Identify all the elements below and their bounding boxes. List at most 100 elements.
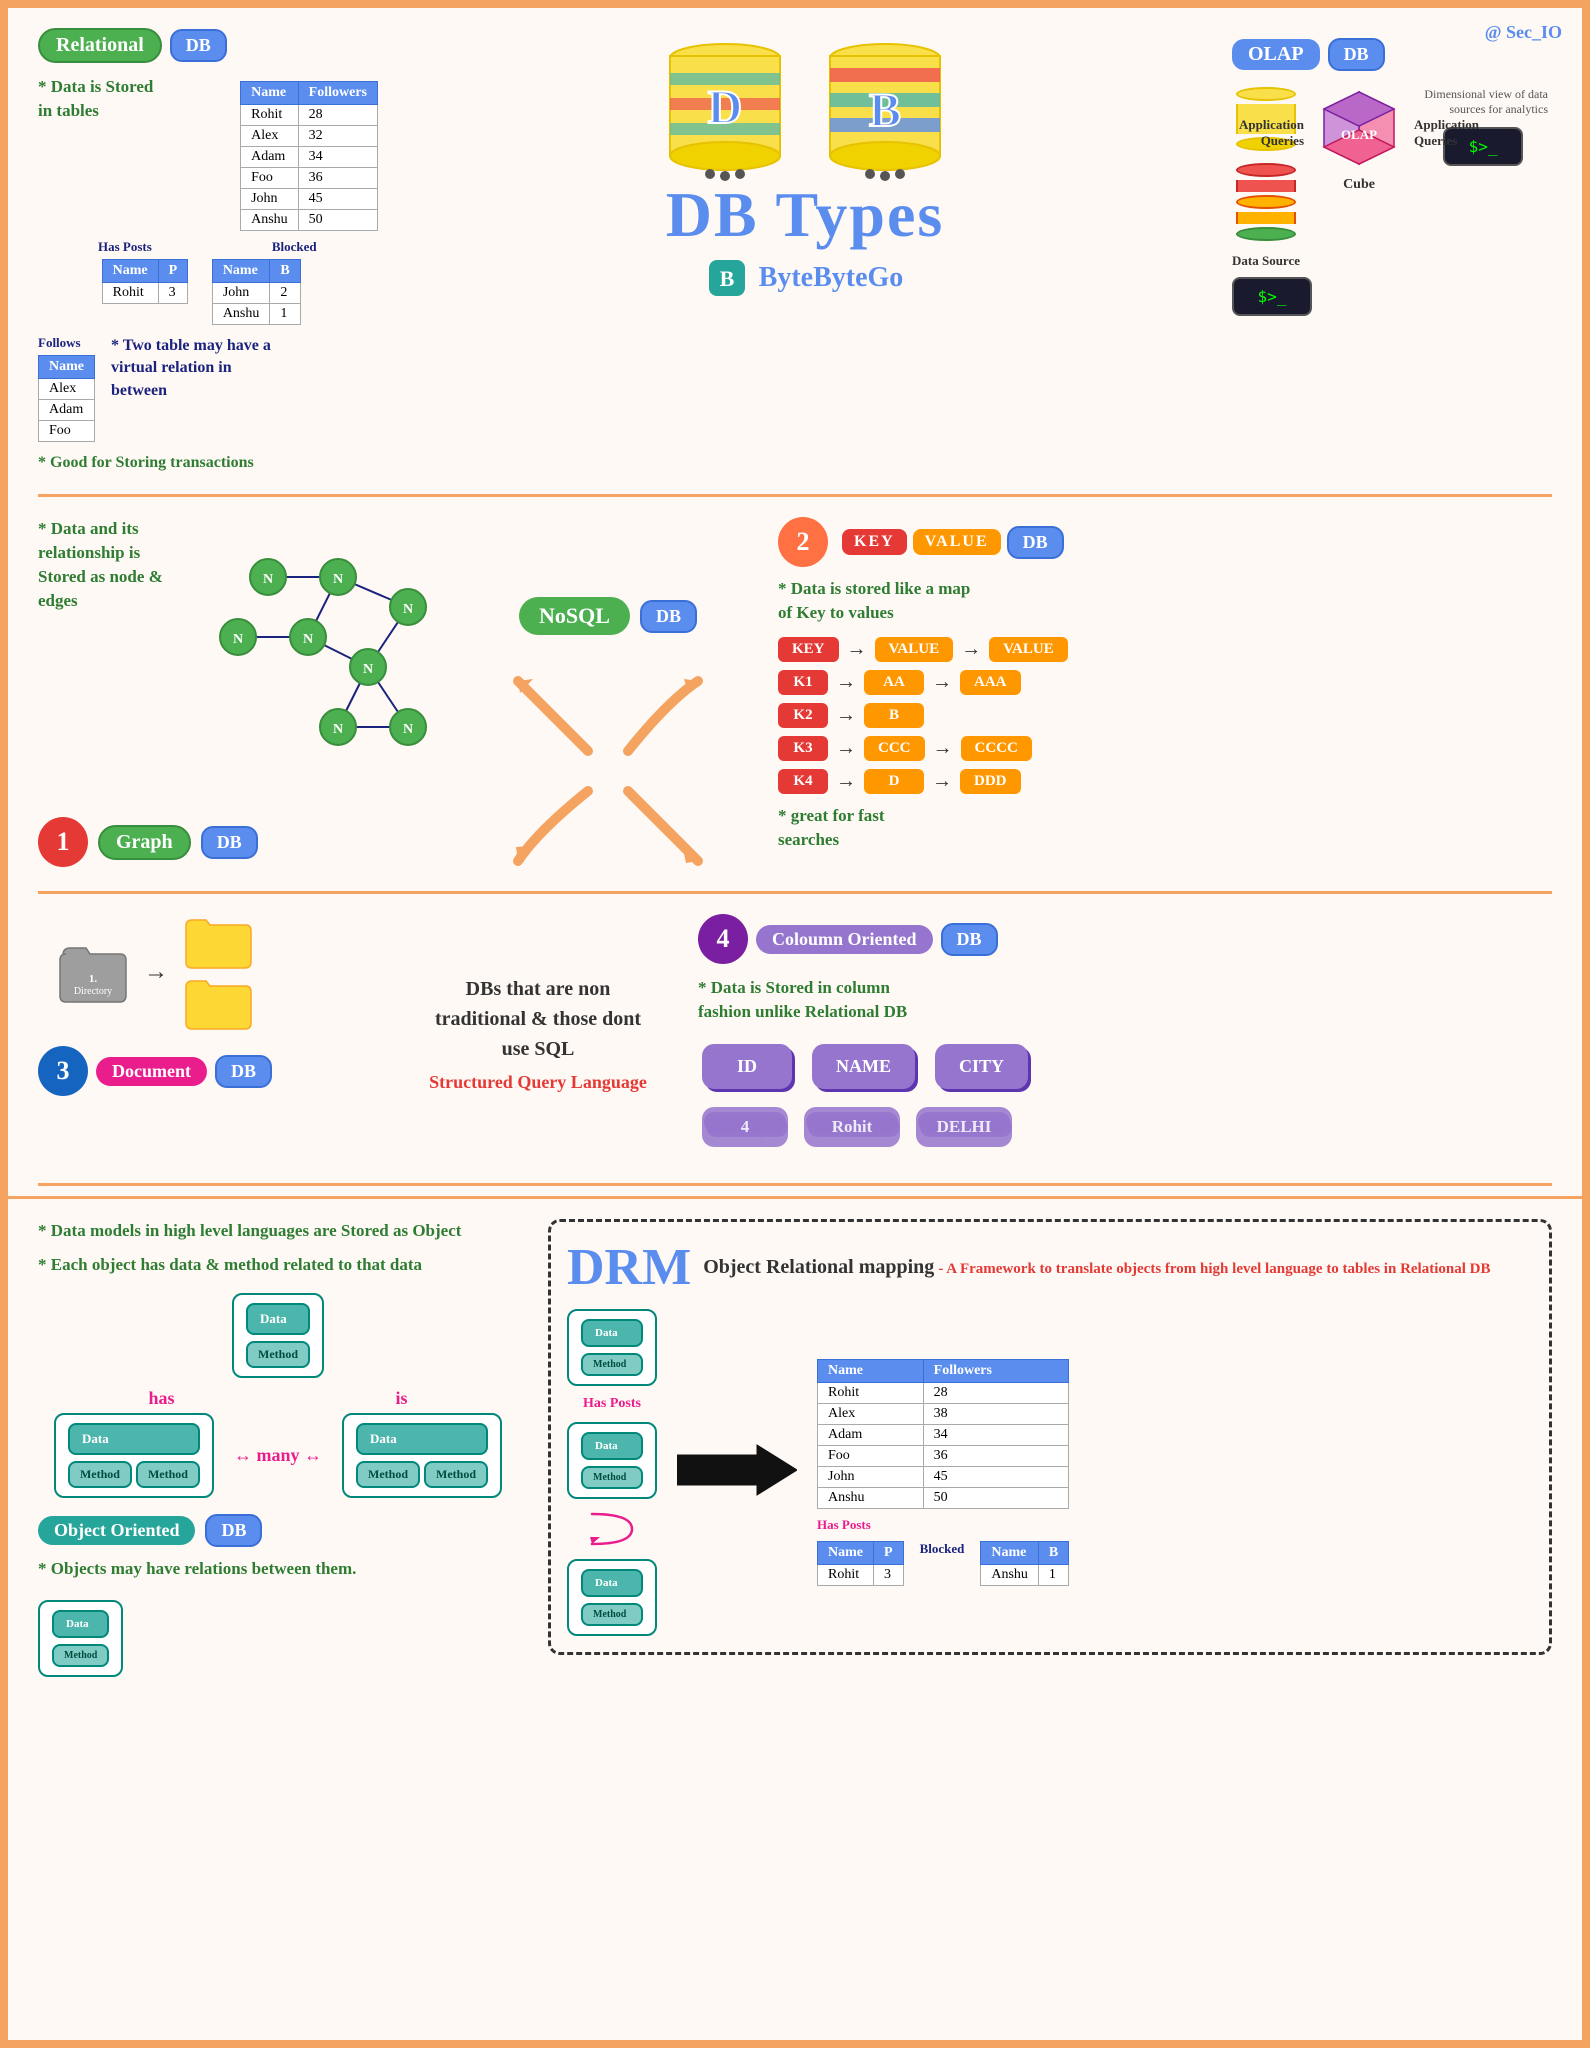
orm-has-posts-label: Has Posts (817, 1517, 1069, 1533)
document-badge-row: 3 Document DB (38, 1046, 378, 1096)
col-city-data-wrap: DELHI (912, 1103, 1012, 1163)
orm-big-arrow-svg (677, 1440, 797, 1500)
db-barrels: D B (660, 38, 950, 188)
orm-subtitle-label: Object Relational mapping (703, 1256, 934, 1278)
col-city-data: DELHI (916, 1107, 1012, 1147)
kv-arrow-1: → (836, 671, 856, 694)
orm-header: DRM Object Relational mapping - A Framew… (567, 1238, 1533, 1297)
blocked-col-name: Name (212, 260, 270, 283)
table-cell: Rohit (102, 283, 158, 304)
svg-text:Directory: Directory (74, 986, 112, 997)
table-cell: Rohit (818, 1382, 924, 1403)
orm-content: Data Method Has Posts Data Method Data M… (567, 1309, 1533, 1636)
table-cell: John (818, 1466, 924, 1487)
table-cell: 36 (298, 168, 377, 189)
table-cell: 3 (158, 283, 188, 304)
graph-note-text: * Data and its relationship is Stored as… (38, 517, 192, 612)
table-cell: Adam (818, 1424, 924, 1445)
orm-right-tables: Name Followers Rohit28Alex38Adam34Foo36J… (817, 1359, 1069, 1586)
olap-left-dbs: Data Source (1232, 87, 1300, 269)
kv-val2-cell: DDD (960, 769, 1021, 794)
orm-left-box3: Data Method (567, 1559, 657, 1636)
relational-db-badge: DB (170, 29, 227, 62)
kv-arrow-1: → (836, 737, 856, 760)
orm-l1-data: Data (581, 1319, 643, 1347)
graph-badge-row: 1 Graph DB (38, 817, 438, 867)
table-row: Adam34 (818, 1424, 1069, 1445)
table-cell: 38 (923, 1403, 1069, 1424)
col-id-data-wrap: 4 (698, 1103, 788, 1163)
table-row: Rohit3 (818, 1564, 904, 1585)
table-cell: 1 (1038, 1564, 1068, 1585)
oo-bl-methods: Method Method (68, 1459, 200, 1488)
svg-text:D: D (708, 81, 743, 134)
svg-text:B: B (719, 266, 734, 291)
oo-top-data: Data (246, 1303, 310, 1335)
svg-text:N: N (363, 662, 373, 677)
oo-badge: Object Oriented (38, 1516, 195, 1545)
nosql-arrows-svg (508, 671, 708, 871)
col-name: Name (241, 82, 299, 105)
olap-diagram: Data Source OLAP Cube Application Querie… (1232, 87, 1548, 269)
kv-badge-row: 2 KEY VALUE DB (778, 517, 1552, 567)
oo-bl-method1: Method (68, 1461, 132, 1488)
svg-text:N: N (263, 572, 273, 587)
orm-blocked-col-name: Name (981, 1541, 1039, 1564)
table-cell: 36 (923, 1445, 1069, 1466)
table-row: Alex38 (818, 1403, 1069, 1424)
olap-cube-svg: OLAP (1314, 87, 1404, 177)
orm-blocked-col-b: B (1038, 1541, 1068, 1564)
table-row: Foo36 (818, 1445, 1069, 1466)
table-row: Rohit28 (818, 1382, 1069, 1403)
dbs-desc-text: DBs that are non traditional & those don… (428, 974, 648, 1064)
types-title: DB Types (666, 178, 945, 252)
oo-top-box: Data Method (232, 1293, 324, 1378)
terminal-box-left: $>_ (1232, 277, 1312, 316)
kv-header-key: KEY (778, 637, 839, 662)
oo-relation-labels: has is (38, 1388, 518, 1409)
bytebyego-label: ByteByteGo (759, 262, 904, 294)
document-db-badge: DB (215, 1055, 272, 1088)
table-row: Anshu50 (241, 210, 378, 231)
orm-has-posts: Has Posts (583, 1396, 641, 1412)
data-method-section: Data Method (38, 1600, 518, 1677)
table-row: Alex (39, 379, 95, 400)
col-badge-row: 4 Coloumn Oriented DB (698, 914, 1552, 964)
col-data-row: 4 Rohit DELHI (698, 1103, 1552, 1163)
table-cell: 1 (270, 304, 300, 325)
graph-diagram: N N N N N N N N (208, 527, 438, 807)
kv-val2-cell: AAA (960, 670, 1021, 695)
kv-data-row: K2→B (778, 703, 1552, 728)
kv-header-val1: VALUE (875, 637, 954, 662)
table-cell: John (212, 283, 270, 304)
kv-value-badge: VALUE (913, 529, 1001, 555)
orm-blocked-label: Blocked (920, 1541, 965, 1586)
olap-db-badge: DB (1328, 38, 1385, 71)
sql-full-text: Structured Query Language (429, 1072, 647, 1093)
kv-db-badge: DB (1007, 526, 1064, 559)
kv-number-badge: 2 (778, 517, 828, 567)
posts-col-p: P (158, 260, 188, 283)
table-row: John45 (241, 189, 378, 210)
oo-bottom-left-box: Data Method Method (54, 1413, 214, 1498)
nosql-center: NoSQL DB (458, 517, 758, 871)
oo-note3: * Objects may have relations between the… (38, 1557, 518, 1581)
table-cell: 34 (923, 1424, 1069, 1445)
middle-divider (38, 891, 1552, 894)
has-posts-label: Has Posts (98, 239, 152, 255)
middle-section: * Data and its relationship is Stored as… (8, 507, 1582, 881)
bottom-divider (38, 1183, 1552, 1186)
follows-section: Follows Name AlexAdamFoo * Two table may… (38, 335, 378, 442)
orm-col-followers: Followers (923, 1359, 1069, 1382)
bytebyego-logo: B (707, 258, 747, 298)
orm-main-table: Name Followers Rohit28Alex38Adam34Foo36J… (817, 1359, 1069, 1509)
kv-rows-container: K1→AA→AAAK2→BK3→CCC→CCCCK4→D→DDD (778, 670, 1552, 794)
orm-posts-col-name: Name (818, 1541, 874, 1564)
blocked-section: Blocked Name B John2Anshu1 (212, 239, 317, 325)
bottom-section: * Data models in high level languages ar… (8, 1196, 1582, 1697)
table-cell: Alex (241, 126, 299, 147)
orm-l3-data: Data (581, 1569, 643, 1597)
col-name-header: NAME (812, 1044, 915, 1089)
graph-number-badge: 1 (38, 817, 88, 867)
table-row: Rohit28 (241, 105, 378, 126)
